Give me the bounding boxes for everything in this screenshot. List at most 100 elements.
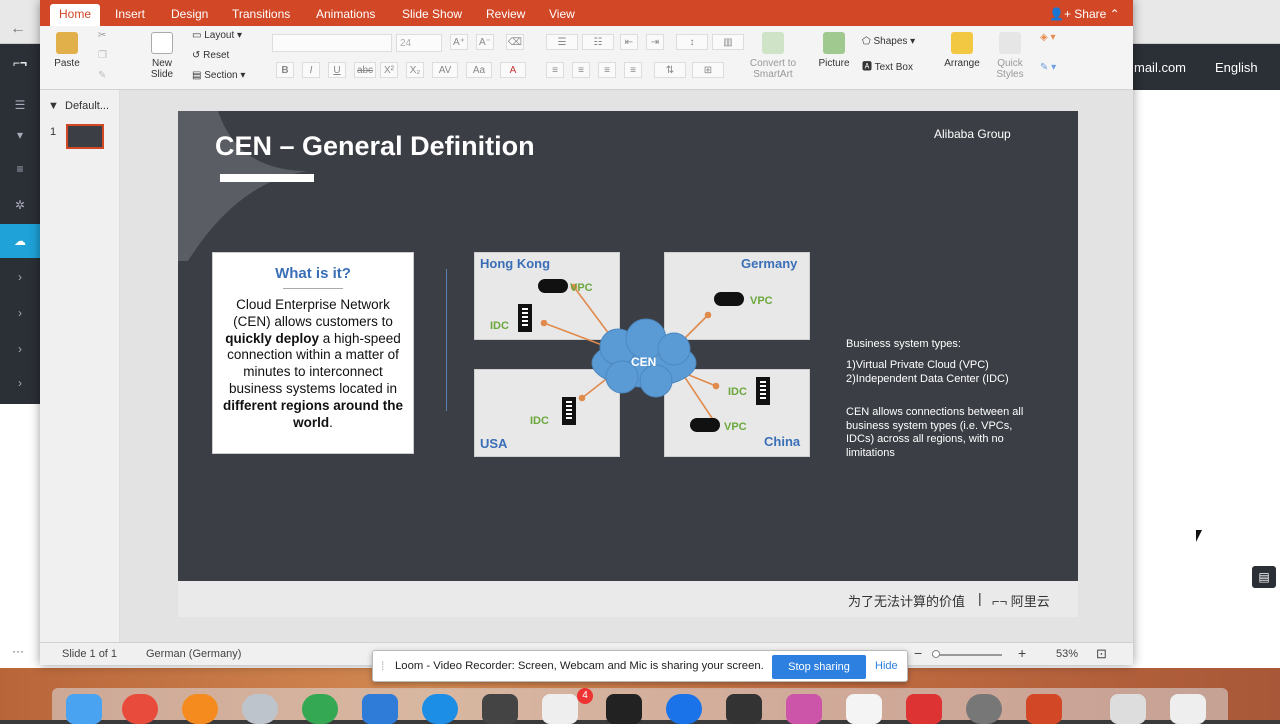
shapes-button[interactable]: ⬠ Shapes ▾ bbox=[862, 34, 915, 50]
align-center-icon[interactable]: ≡ bbox=[572, 62, 590, 78]
drag-handle-icon[interactable]: ⁞ bbox=[381, 659, 384, 673]
shrink-font-icon[interactable]: A⁻ bbox=[476, 34, 494, 50]
tab-insert[interactable]: Insert bbox=[106, 4, 154, 26]
textbox-button[interactable]: 🅰 Text Box bbox=[862, 60, 913, 76]
italic-icon[interactable]: I bbox=[302, 62, 320, 78]
textbox-icon: 🅰 bbox=[862, 62, 875, 73]
cloud-icon[interactable]: ☁ bbox=[0, 224, 40, 258]
convert-smartart-label: Convert to SmartArt bbox=[749, 58, 797, 80]
zoom-in-icon[interactable]: + bbox=[1018, 645, 1026, 661]
new-slide-icon bbox=[151, 32, 173, 54]
change-case-icon[interactable]: Aa bbox=[466, 62, 492, 78]
subscript-icon[interactable]: X₂ bbox=[406, 62, 424, 78]
chevron-down-icon[interactable]: ▾ bbox=[0, 118, 40, 152]
back-icon[interactable]: ← bbox=[10, 20, 26, 38]
slide-canvas[interactable]: CEN – General Definition Alibaba Group W… bbox=[178, 111, 1078, 617]
arrange-icon bbox=[951, 32, 973, 54]
tab-animations[interactable]: Animations bbox=[307, 4, 384, 26]
menu-icon[interactable]: ☰ bbox=[0, 88, 40, 122]
vpc-label: VPC bbox=[570, 282, 593, 294]
slide-counter: Slide 1 of 1 bbox=[62, 648, 118, 660]
bullets-icon[interactable]: ☰ bbox=[546, 34, 578, 50]
textbox-label: Text Box bbox=[874, 62, 913, 73]
site-left-sidebar: ⌐¬ ☰ ▾ ≡ ✲ ☁ › › › › bbox=[0, 44, 40, 404]
clear-format-icon[interactable]: ⌫ bbox=[506, 34, 524, 50]
section-header[interactable]: ▼ Default... bbox=[48, 100, 109, 112]
share-button[interactable]: 👤+ Share ⌃ bbox=[1040, 4, 1129, 26]
more-icon[interactable]: ··· bbox=[6, 640, 30, 664]
region-label-germany: Germany bbox=[741, 256, 798, 271]
align-left-icon[interactable]: ≡ bbox=[546, 62, 564, 78]
zoom-slider-handle[interactable] bbox=[932, 650, 940, 658]
quick-styles-icon bbox=[999, 32, 1021, 54]
character-spacing-icon[interactable]: AV bbox=[432, 62, 458, 78]
paste-label: Paste bbox=[54, 58, 80, 69]
section-button[interactable]: ▤ Section ▾ bbox=[192, 68, 245, 84]
tab-view[interactable]: View bbox=[540, 4, 584, 26]
chevron-right-icon[interactable]: › bbox=[0, 332, 40, 366]
chevron-right-icon[interactable]: › bbox=[0, 260, 40, 294]
increase-indent-icon[interactable]: ⇥ bbox=[646, 34, 664, 50]
new-slide-button[interactable]: New Slide bbox=[144, 32, 180, 80]
align-right-icon[interactable]: ≡ bbox=[598, 62, 616, 78]
paste-button[interactable]: Paste bbox=[50, 32, 84, 69]
email-link[interactable]: mail.com bbox=[1134, 60, 1186, 75]
columns-icon[interactable]: ▥ bbox=[712, 34, 744, 50]
underline-icon[interactable]: U bbox=[328, 62, 346, 78]
shape-outline-icon[interactable]: ✎ ▾ bbox=[1040, 60, 1056, 76]
vpc-cloud-icon bbox=[690, 418, 720, 432]
share-label: Share bbox=[1074, 7, 1107, 21]
idc-label: IDC bbox=[530, 415, 549, 427]
quick-styles-button[interactable]: Quick Styles bbox=[990, 32, 1030, 80]
add-person-icon: 👤+ bbox=[1049, 7, 1075, 21]
zoom-slider[interactable] bbox=[932, 654, 1002, 656]
tab-transitions[interactable]: Transitions bbox=[223, 4, 299, 26]
tab-slide-show[interactable]: Slide Show bbox=[393, 4, 471, 26]
chevron-right-icon[interactable]: › bbox=[0, 296, 40, 330]
line-spacing-icon[interactable]: ↕ bbox=[676, 34, 708, 50]
grow-font-icon[interactable]: A⁺ bbox=[450, 34, 468, 50]
slide-thumbnail-pane: ▼ Default... 1 bbox=[40, 90, 120, 642]
layout-button[interactable]: ▭ Layout ▾ bbox=[192, 28, 242, 44]
justify-icon[interactable]: ≡ bbox=[624, 62, 642, 78]
tab-review[interactable]: Review bbox=[477, 4, 534, 26]
slide-thumbnail[interactable] bbox=[66, 124, 104, 149]
reset-button[interactable]: ↺ Reset bbox=[192, 48, 229, 64]
shape-fill-icon[interactable]: ◈ ▾ bbox=[1040, 30, 1056, 46]
numbering-icon[interactable]: ☷ bbox=[582, 34, 614, 50]
stop-sharing-button[interactable]: Stop sharing bbox=[772, 655, 866, 679]
list-icon[interactable]: ≡ bbox=[0, 152, 40, 186]
smartart-icon bbox=[762, 32, 784, 54]
fit-slide-icon[interactable]: ⊡ bbox=[1096, 646, 1107, 662]
font-family-select[interactable] bbox=[272, 34, 392, 52]
chat-icon[interactable]: ▤ bbox=[1252, 566, 1276, 588]
zoom-out-icon[interactable]: − bbox=[914, 645, 922, 661]
copy-icon[interactable]: ❐ bbox=[98, 48, 107, 64]
font-size-select[interactable]: 24 bbox=[396, 34, 442, 52]
font-color-icon[interactable]: A bbox=[500, 62, 526, 78]
idc-label: IDC bbox=[728, 386, 747, 398]
bold-icon[interactable]: B bbox=[276, 62, 294, 78]
hide-button[interactable]: Hide bbox=[875, 660, 898, 672]
brand-icon[interactable]: ⌐¬ bbox=[0, 46, 40, 80]
language-status[interactable]: German (Germany) bbox=[146, 648, 241, 660]
tab-design[interactable]: Design bbox=[162, 4, 217, 26]
strikethrough-icon[interactable]: abc bbox=[354, 62, 376, 78]
format-painter-icon[interactable]: ✎ bbox=[98, 68, 106, 84]
superscript-icon[interactable]: X² bbox=[380, 62, 398, 78]
align-text-icon[interactable]: ⊞ bbox=[692, 62, 724, 78]
quick-styles-label: Quick Styles bbox=[996, 58, 1024, 80]
decrease-indent-icon[interactable]: ⇤ bbox=[620, 34, 638, 50]
vpc-cloud-icon bbox=[538, 279, 568, 293]
cut-icon[interactable]: ✂ bbox=[98, 28, 106, 44]
zoom-level[interactable]: 53% bbox=[1056, 648, 1078, 660]
convert-to-smartart-button[interactable]: Convert to SmartArt bbox=[746, 32, 800, 80]
chevron-right-icon[interactable]: › bbox=[0, 366, 40, 400]
language-link[interactable]: English bbox=[1215, 60, 1258, 75]
settings-icon[interactable]: ✲ bbox=[0, 188, 40, 222]
vpc-label: VPC bbox=[724, 421, 747, 433]
tab-home[interactable]: Home bbox=[50, 4, 101, 26]
arrange-button[interactable]: Arrange bbox=[942, 32, 982, 69]
picture-button[interactable]: Picture bbox=[814, 32, 854, 69]
text-direction-icon[interactable]: ⇅ bbox=[654, 62, 686, 78]
